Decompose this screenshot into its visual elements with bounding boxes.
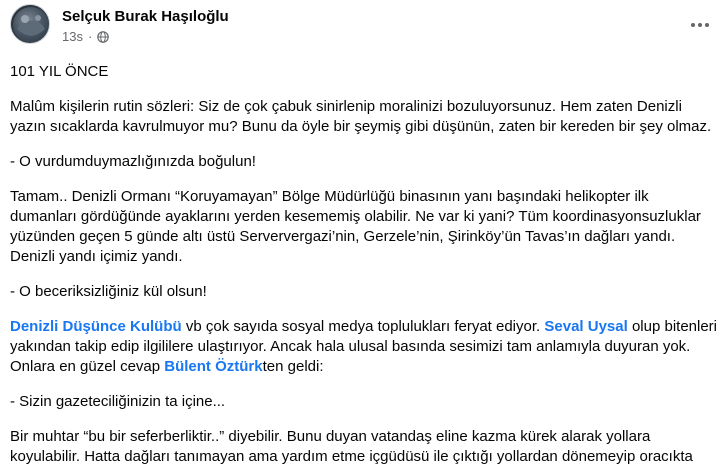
paragraph-line: yakından takip edip ilgililere ulaştırıy… [10, 338, 691, 355]
paragraph-line: Malûm kişilerin rutin sözleri: Siz de ço… [10, 98, 682, 115]
more-options-button[interactable] [682, 8, 718, 36]
author-avatar[interactable] [10, 4, 50, 44]
mention-link[interactable]: Seval Uysal [544, 318, 627, 335]
post-meta: 13s · [62, 29, 110, 44]
paragraph-line: Tamam.. Denizli Ormanı “Koruyamayan” Böl… [10, 188, 649, 205]
globe-icon[interactable] [97, 30, 110, 43]
author-name[interactable]: Selçuk Burak Haşıloğlu [62, 8, 229, 25]
paragraph-line: dumanları gördüğünde ayaklarını yerden k… [10, 208, 701, 225]
mention-link[interactable]: Bülent Öztürk [164, 358, 262, 375]
post-body: 101 YIL ÖNCE Malûm kişilerin rutin sözle… [10, 62, 720, 467]
paragraph-text: vb çok sayıda sosyal medya toplulukları … [181, 318, 545, 335]
more-horizontal-icon [690, 12, 710, 33]
paragraph-line: Denizli yandı içimiz yandı. [10, 248, 183, 265]
paragraph-text: olup bitenleri [627, 318, 718, 335]
paragraph-line: yazın sıcaklarda kavrulmuyor mu? Bunu da… [10, 118, 712, 135]
paragraph-text: Onlara en güzel cevap [10, 358, 165, 375]
paragraph-line: yüzünden geçen 5 günde altı üstü Serverv… [10, 228, 676, 245]
paragraph-line: Bir muhtar “bu bir seferberliktir..” diy… [10, 428, 651, 445]
quote-line: - O beceriksizliğiniz kül olsun! [10, 283, 207, 300]
paragraph-line: Onlara en güzel cevap Bülent Öztürkten g… [10, 357, 720, 377]
paragraph-text: ten geldi: [262, 358, 324, 375]
mention-link[interactable]: Denizli Düşünce Kulübü [10, 318, 182, 335]
quote-line: - Sizin gazeteciliğinizin ta içine... [10, 393, 226, 410]
avatar-image [11, 5, 49, 43]
post-heading: 101 YIL ÖNCE [10, 63, 109, 80]
post-timestamp[interactable]: 13s [62, 29, 83, 44]
paragraph-line: Denizli Düşünce Kulübü vb çok sayıda sos… [10, 317, 720, 337]
meta-separator: · [87, 29, 93, 44]
quote-line: - O vurdumduymazlığınızda boğulun! [10, 153, 256, 170]
paragraph-line: koyulabilir. Hatta dağları tanımayan ama… [10, 448, 693, 465]
post-header: Selçuk Burak Haşıloğlu 13s · [10, 2, 718, 48]
